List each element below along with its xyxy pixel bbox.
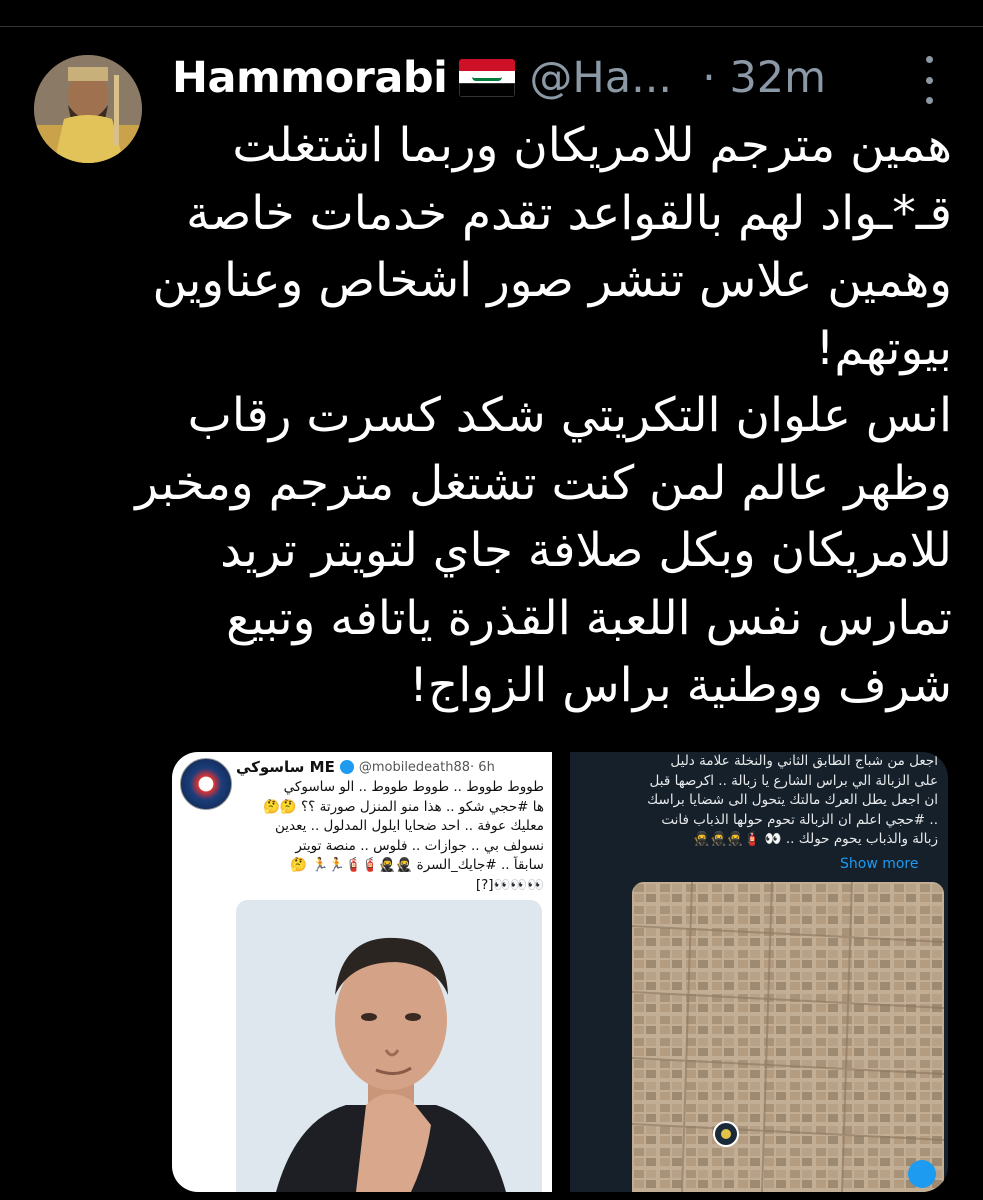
embedded-text-line: .. #حجي اعلم ان الزبالة تحوم حولها الذبا… <box>661 811 938 828</box>
embedded-text-line: ان اجعل يطل العرك مالتك يتحول الى شضايا … <box>647 792 938 808</box>
tweet-text-line: قـ*ـواد لهم بالقواعد تقدم خدمات خاصة <box>186 185 952 241</box>
embedded-text-line: طووط طووط .. طووط طووط .. الو ساسوكي <box>283 779 544 795</box>
embedded-text-line: نسولف بي .. جوازات .. فلوس .. منصة تويتر <box>295 837 544 854</box>
tweet-text-line: للامريكان وبكل صلافة جاي لتويتر تريد <box>220 523 952 578</box>
embedded-text-line: معليك عوفة .. احد ضحايا ايلول المدلول ..… <box>274 818 544 834</box>
tweet-text-line: شرف ووطنية براس الزواج! <box>409 658 952 713</box>
iraq-flag-icon <box>459 59 516 97</box>
time-value: 32m <box>729 53 827 103</box>
embedded-handle: @mobiledeath88 <box>358 759 471 775</box>
embedded-display-name: ساسوكي ME <box>236 758 335 776</box>
tweet-media: ساسوكي ME @mobiledeath88 · 6h طووط طووط … <box>172 752 948 1192</box>
media-image-left[interactable]: ساسوكي ME @mobiledeath88 · 6h طووط طووط … <box>172 752 552 1192</box>
avatar-image <box>34 55 142 163</box>
embedded-text-line: اجعل من شباج الطابق الثاني والنخلة علامة… <box>670 753 938 769</box>
satellite-map <box>632 882 944 1192</box>
embedded-text-line: على الزبالة الي براس الشارع يا زبالة .. … <box>649 772 938 789</box>
embedded-header: ساسوكي ME @mobiledeath88 · 6h <box>236 756 546 778</box>
embedded-text: طووط طووط .. طووط طووط .. الو ساسوكي ها … <box>182 778 544 895</box>
tweet-text-line: انس علوان التكريتي شكد كسرت رقاب <box>187 388 952 443</box>
embedded-photo <box>236 900 542 1192</box>
more-options-icon[interactable] <box>915 56 943 104</box>
embedded-text-line: ها #حجي شكو .. هذا منو المنزل صورتة ؟؟ 🤔… <box>263 798 544 815</box>
time-separator: · <box>702 53 716 103</box>
media-image-right[interactable]: اجعل من شباج الطابق الثاني والنخلة علامة… <box>570 752 948 1192</box>
avatar[interactable] <box>34 55 142 163</box>
tweet-text-line: همين مترجم للامريكان وربما اشتغلت <box>232 118 952 173</box>
tweet-text-line: وهمين علاس تنشر صور اشخاص وعناوين <box>152 253 952 308</box>
tweet-text-line: بيوتهم! <box>815 320 952 376</box>
tweet-header: Hammorabi @Ha... · 32m <box>172 48 962 108</box>
embedded-time: · 6h <box>470 759 495 775</box>
top-divider <box>0 0 983 27</box>
embedded-text-line: زبالة والذباب يحوم حولك .. 👀 🧯🥷🥷🥷 <box>693 831 938 847</box>
show-more-link[interactable]: Show more <box>840 856 919 872</box>
verified-icon <box>339 760 354 774</box>
embedded-text: اجعل من شباج الطابق الثاني والنخلة علامة… <box>578 752 938 850</box>
tweet-text-line: تمارس نفس اللعبة القذرة ياتافه وتبيع <box>226 590 952 646</box>
embedded-text-line: 👀👀👀[?] <box>475 876 544 893</box>
display-name[interactable]: Hammorabi <box>172 53 448 103</box>
tweet-text-line: وظهر عالم لمن كنت تشتغل مترجم ومخبر <box>135 455 952 511</box>
tweet-time[interactable]: · 32m <box>702 53 826 103</box>
tweet-text: همين مترجم للامريكان وربما اشتغلت قـ*ـوا… <box>135 112 952 720</box>
embedded-text-line: سابقاً .. #جايك_السرة 🥷🥷🧯🧯🏃🏃 🤔 <box>290 857 544 873</box>
user-handle[interactable]: @Ha... <box>529 53 672 103</box>
